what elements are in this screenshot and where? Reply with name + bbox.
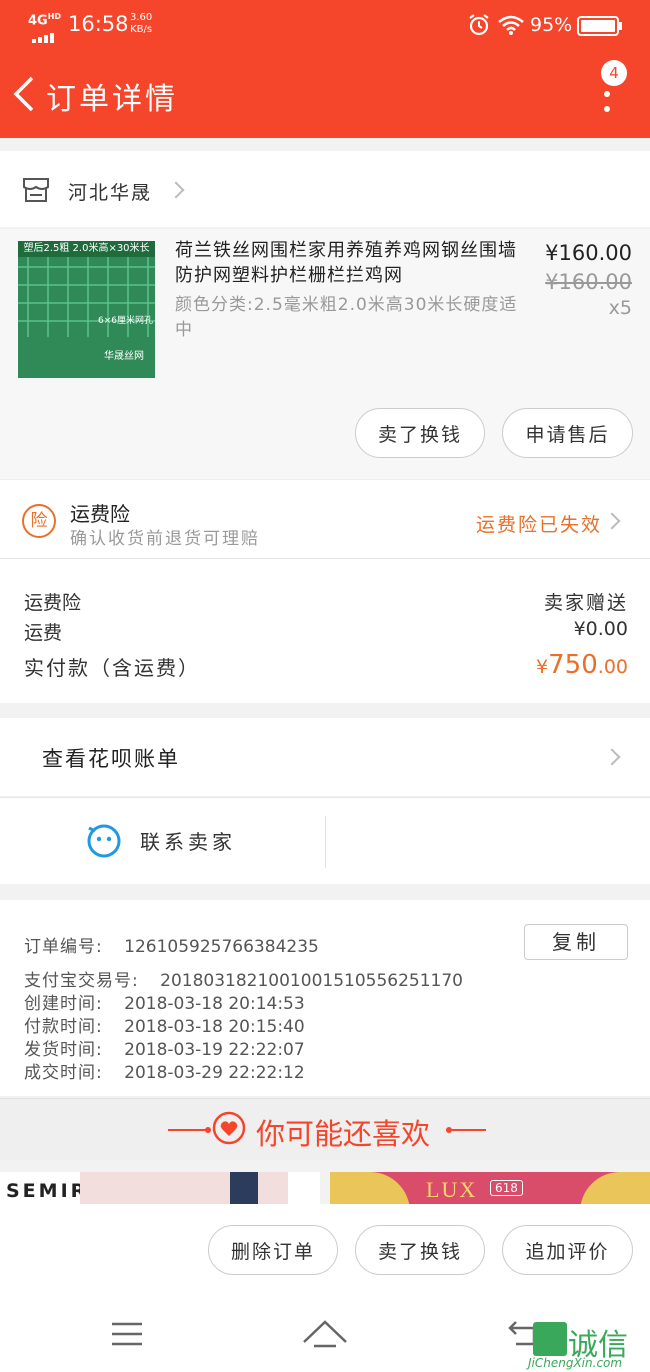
paid-time-row: 付款时间: 2018-03-18 20:15:40	[24, 1012, 305, 1037]
contact-seller-label: 联系卖家	[140, 830, 236, 854]
insurance-subtitle: 确认收货前退货可理赔	[70, 529, 260, 549]
product-card[interactable]: 塑后2.5粗 2.0米高×30米长 6×6厘米网孔 华晟丝网 荷兰铁丝网围栏家用…	[0, 229, 650, 479]
battery-icon	[577, 16, 623, 40]
product-image-brand: 华晟丝网	[104, 351, 144, 362]
copy-order-number-button[interactable]: 复制	[524, 924, 628, 960]
net-speed: 3.60 KB/s	[130, 12, 152, 36]
insurance-icon: 险	[22, 504, 56, 538]
fee-value-insurance: 卖家赠送	[543, 592, 628, 614]
total-currency: ¥	[536, 656, 549, 678]
signal-icon	[32, 28, 56, 47]
insurance-status: 运费险已失效	[475, 514, 602, 536]
more-menu-button[interactable]: 4	[594, 60, 634, 124]
order-number-label: 订单编号:	[24, 937, 103, 957]
created-time-row: 创建时间: 2018-03-18 20:14:53	[24, 989, 305, 1014]
menu-icon[interactable]	[110, 1320, 144, 1352]
contact-bar: 联系卖家	[0, 797, 650, 884]
insurance-title: 运费险	[70, 502, 130, 526]
huabei-bill-label: 查看花呗账单	[42, 747, 180, 771]
shipping-insurance-row[interactable]: 险 运费险 确认收货前退货可理赔 运费险已失效	[0, 479, 650, 558]
home-icon[interactable]	[302, 1318, 348, 1352]
delete-order-button[interactable]: 删除订单	[208, 1225, 338, 1275]
recommend-right-line	[446, 1127, 486, 1133]
total-paid-amount: ¥750.00	[536, 650, 628, 680]
more-dots-icon	[603, 90, 611, 120]
status-bar: 4GHD 16:58 3.60 KB/s 95%	[0, 0, 650, 52]
created-time-value: 2018-03-18 20:14:53	[124, 994, 305, 1014]
product-image[interactable]: 塑后2.5粗 2.0米高×30米长 6×6厘米网孔 华晟丝网	[18, 241, 155, 378]
total-paid-label: 实付款（含运费）	[24, 656, 200, 680]
paid-time-value: 2018-03-18 20:15:40	[124, 1017, 305, 1037]
navigation-header: 订单详情 4	[0, 52, 650, 138]
order-number-row: 订单编号: 126105925766384235	[24, 932, 319, 957]
bottom-action-bar: 删除订单 卖了换钱 追加评价	[0, 1204, 650, 1296]
created-time-label: 创建时间:	[24, 994, 103, 1014]
network-label: 4G	[28, 13, 48, 29]
heart-icon	[212, 1111, 246, 1145]
alipay-trade-row: 支付宝交易号: 2018031821001001510556251170	[24, 966, 463, 991]
network-indicator: 4GHD	[28, 12, 61, 28]
network-sup: HD	[47, 12, 62, 21]
recommend-left-line	[168, 1127, 211, 1133]
battery-percent: 95%	[530, 14, 573, 36]
recommend-title: 你可能还喜欢	[256, 1117, 431, 1151]
net-speed-value: 3.60	[130, 12, 153, 23]
fee-value-shipping: ¥0.00	[573, 618, 628, 640]
alipay-trade-label: 支付宝交易号:	[24, 971, 139, 991]
shipped-time-label: 发货时间:	[24, 1040, 103, 1060]
sell-item-button[interactable]: 卖了换钱	[355, 408, 485, 458]
contact-divider	[325, 816, 326, 868]
alarm-icon	[468, 13, 490, 41]
back-button[interactable]	[10, 74, 40, 114]
product-quantity: x5	[608, 297, 632, 319]
completed-time-value: 2018-03-29 22:22:12	[124, 1063, 305, 1083]
watermark-logo-icon	[533, 1322, 567, 1356]
fee-label-shipping: 运费	[24, 622, 63, 644]
huabei-chevron-icon	[603, 748, 621, 766]
notification-badge: 4	[601, 60, 627, 86]
completed-time-label: 成交时间:	[24, 1063, 103, 1083]
recommend-header: 你可能还喜欢	[0, 1098, 650, 1160]
fee-summary: 运费险 卖家赠送 运费 ¥0.00 实付款（含运费） ¥750.00	[0, 558, 650, 703]
fee-label-insurance: 运费险	[24, 592, 82, 614]
order-number-value: 126105925766384235	[124, 937, 319, 957]
product-original-price: ¥160.00	[545, 270, 632, 294]
total-integer: 750	[548, 650, 598, 680]
contact-seller-button[interactable]: 联系卖家	[86, 822, 266, 862]
alipay-trade-value: 2018031821001001510556251170	[160, 971, 463, 991]
shop-icon	[22, 177, 50, 207]
completed-time-row: 成交时间: 2018-03-29 22:22:12	[24, 1058, 305, 1083]
shop-name: 河北华晟	[68, 182, 153, 204]
back-arrow-icon	[13, 76, 34, 112]
recommend-item-1-brand: SEMIR	[6, 1180, 89, 1202]
shipped-time-row: 发货时间: 2018-03-19 22:22:07	[24, 1035, 305, 1060]
huabei-bill-row[interactable]: 查看花呗账单	[0, 718, 650, 796]
wifi-icon	[498, 15, 524, 39]
product-price: ¥160.00	[545, 241, 632, 265]
system-nav-bar: 诚信 JiChengXin.com	[0, 1296, 650, 1372]
product-title[interactable]: 荷兰铁丝网围栏家用养殖养鸡网钢丝围墙防护网塑料护栏栅栏拦鸡网	[175, 238, 525, 288]
chat-face-icon	[87, 824, 121, 858]
order-info: 复制 订单编号: 126105925766384235 支付宝交易号: 2018…	[0, 900, 650, 1096]
shop-chevron-icon	[167, 181, 185, 199]
recommend-item-2-brand: LUX	[426, 1177, 478, 1202]
total-decimal: .00	[597, 656, 628, 678]
after-sale-button[interactable]: 申请售后	[502, 408, 633, 458]
page-title: 订单详情	[46, 82, 178, 117]
net-speed-unit: KB/s	[130, 24, 153, 35]
shop-row[interactable]: 河北华晟	[0, 151, 650, 227]
add-review-button[interactable]: 追加评价	[502, 1225, 633, 1275]
watermark-url: JiChengXin.com	[528, 1356, 623, 1370]
recommend-item-2-tag: 618	[490, 1180, 523, 1196]
shipped-time-value: 2018-03-19 22:22:07	[124, 1040, 305, 1060]
clock: 16:58	[68, 12, 129, 36]
product-image-mesh-label: 6×6厘米网孔	[98, 316, 153, 326]
product-spec: 颜色分类:2.5毫米粗2.0米高30米长硬度适中	[175, 295, 518, 340]
paid-time-label: 付款时间:	[24, 1017, 103, 1037]
insurance-chevron-icon	[603, 512, 621, 530]
sell-for-cash-button[interactable]: 卖了换钱	[355, 1225, 485, 1275]
product-image-banner: 塑后2.5粗 2.0米高×30米长	[18, 241, 155, 257]
